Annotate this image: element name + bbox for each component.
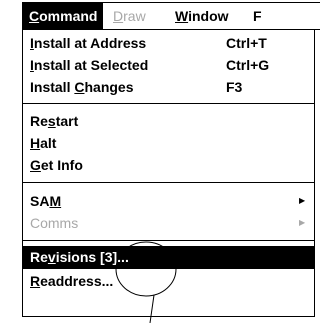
menu-item-label: Halt <box>30 135 57 151</box>
menu-item-label: Readdress... <box>30 273 114 289</box>
menu-separator <box>23 103 314 104</box>
menu-item-shortcut: Ctrl+T <box>226 35 267 51</box>
menu-separator <box>23 182 314 183</box>
menu-item-label: Revisions [3]... <box>30 249 129 265</box>
menu-item-shortcut: Ctrl+G <box>226 57 270 73</box>
menu-item-label: Comms <box>30 215 79 231</box>
menu-window[interactable]: Window <box>169 3 235 29</box>
menu-item-revisions[interactable]: Revisions [3]... <box>23 246 314 269</box>
menu-item-install-changes[interactable]: Install Changes F3 <box>23 76 314 98</box>
menu-bar: Command Draw Window F <box>22 2 320 30</box>
menu-item-label: SAM <box>30 193 62 209</box>
menu-item-shortcut: F3 <box>226 79 243 95</box>
menu-item-get-info[interactable]: Get Info <box>23 154 314 176</box>
menu-item-label: Get Info <box>30 157 83 173</box>
menu-draw[interactable]: Draw <box>107 3 152 29</box>
menu-f[interactable]: F <box>247 3 268 29</box>
submenu-arrow-icon: ▶ <box>299 218 306 227</box>
menu-command[interactable]: Command <box>23 3 104 29</box>
menu-item-label: Install at Address <box>30 35 147 51</box>
menu-item-readdress[interactable]: Readdress... <box>23 270 314 292</box>
menu-item-label: Restart <box>30 113 79 129</box>
menu-separator <box>23 240 314 241</box>
menu-item-comms[interactable]: Comms ▶ <box>23 212 314 234</box>
submenu-arrow-icon: ▶ <box>299 196 306 205</box>
command-dropdown-menu: Install at Address Ctrl+T Install at Sel… <box>22 30 315 317</box>
menu-item-install-at-selected[interactable]: Install at Selected Ctrl+G <box>23 54 314 76</box>
menu-item-install-at-address[interactable]: Install at Address Ctrl+T <box>23 32 314 54</box>
menu-item-label: Install at Selected <box>30 57 149 73</box>
menu-item-sam[interactable]: SAM ▶ <box>23 190 314 212</box>
menu-item-halt[interactable]: Halt <box>23 132 314 154</box>
menu-item-restart[interactable]: Restart <box>23 110 314 132</box>
menu-item-label: Install Changes <box>30 79 134 95</box>
